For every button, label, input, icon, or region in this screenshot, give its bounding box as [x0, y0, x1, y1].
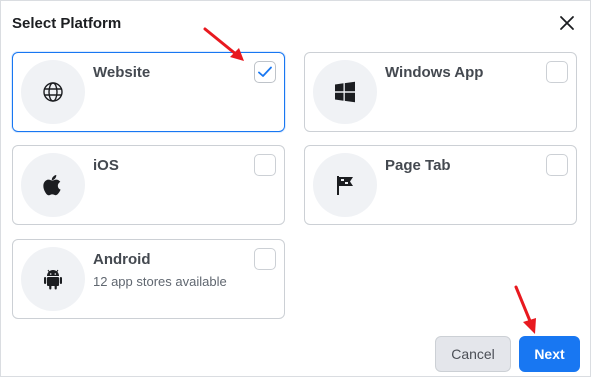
annotation-arrow-icon — [514, 285, 536, 334]
platform-card-android[interactable]: Android 12 app stores available — [12, 239, 285, 319]
platform-label: Android — [93, 251, 151, 268]
platform-subtitle: 12 app stores available — [93, 274, 227, 289]
platform-label: Windows App — [385, 64, 484, 81]
platform-icon-circle — [21, 247, 85, 311]
checkmark-icon — [258, 66, 272, 77]
platform-icon-circle — [21, 153, 85, 217]
platform-card-website[interactable]: Website — [12, 52, 285, 132]
platform-checkbox[interactable] — [254, 248, 276, 270]
platform-checkbox[interactable] — [254, 154, 276, 176]
platform-card-page-tab[interactable]: Page Tab — [304, 145, 577, 225]
globe-icon — [43, 82, 63, 102]
platform-checkbox[interactable] — [546, 154, 568, 176]
windows-icon — [335, 81, 355, 103]
platform-checkbox[interactable] — [546, 61, 568, 83]
platform-label: Website — [93, 64, 151, 81]
platform-label: Page Tab — [385, 157, 451, 174]
dialog-title: Select Platform — [12, 15, 122, 32]
platform-label: iOS — [93, 157, 119, 174]
platform-card-ios[interactable]: iOS — [12, 145, 285, 225]
platform-icon-circle — [21, 60, 85, 124]
cancel-button[interactable]: Cancel — [435, 336, 511, 372]
platform-icon-circle — [313, 153, 377, 217]
apple-icon — [43, 175, 61, 196]
select-platform-dialog: Select Platform Website Windows App iOS … — [0, 0, 591, 377]
platform-checkbox[interactable] — [254, 61, 276, 83]
platform-icon-circle — [313, 60, 377, 124]
android-icon — [44, 269, 62, 290]
platform-card-windows-app[interactable]: Windows App — [304, 52, 577, 132]
close-button[interactable] — [557, 13, 577, 33]
close-icon — [560, 16, 574, 30]
flag-icon — [337, 176, 353, 195]
next-button[interactable]: Next — [519, 336, 580, 372]
